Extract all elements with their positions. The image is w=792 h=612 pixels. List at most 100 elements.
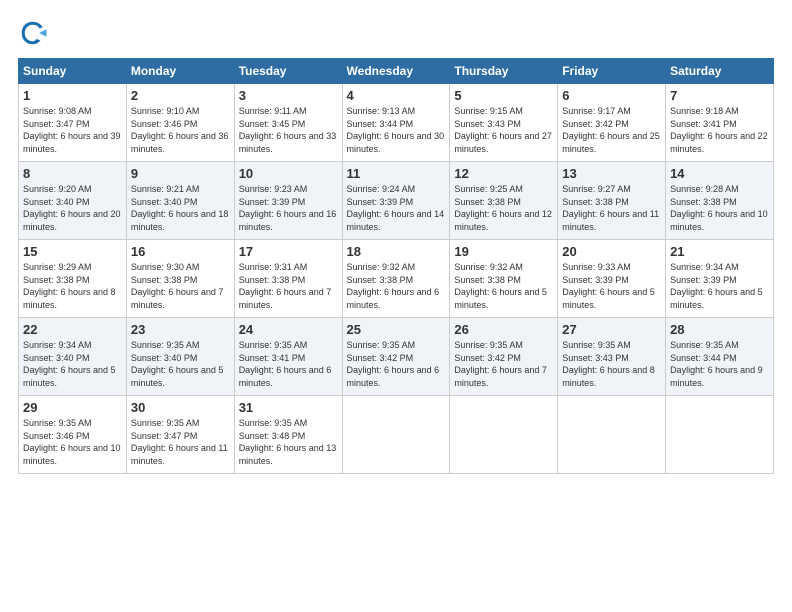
day-number: 5: [454, 88, 553, 103]
calendar-cell: 22 Sunrise: 9:34 AMSunset: 3:40 PMDayligh…: [19, 318, 127, 396]
calendar-cell: 10Sunrise: 9:23 AMSunset: 3:39 PMDayligh…: [234, 162, 342, 240]
day-number: 17: [239, 244, 338, 259]
day-info: Sunrise: 9:34 AMSunset: 3:39 PMDaylight:…: [670, 261, 769, 311]
calendar-cell: 27 Sunrise: 9:35 AMSunset: 3:43 PMDayligh…: [558, 318, 666, 396]
page: SundayMondayTuesdayWednesdayThursdayFrid…: [0, 0, 792, 612]
day-number: 11: [347, 166, 446, 181]
weekday-header-thursday: Thursday: [450, 59, 558, 84]
calendar-cell: 28 Sunrise: 9:35 AMSunset: 3:44 PMDayligh…: [666, 318, 774, 396]
day-number: 12: [454, 166, 553, 181]
logo: [18, 18, 54, 48]
day-number: 3: [239, 88, 338, 103]
calendar-cell: 19 Sunrise: 9:32 AMSunset: 3:38 PMDayligh…: [450, 240, 558, 318]
day-number: 16: [131, 244, 230, 259]
day-info: Sunrise: 9:35 AMSunset: 3:43 PMDaylight:…: [562, 339, 661, 389]
day-info: Sunrise: 9:13 AMSunset: 3:44 PMDaylight:…: [347, 105, 446, 155]
day-number: 19: [454, 244, 553, 259]
calendar-cell: [666, 396, 774, 474]
day-info: Sunrise: 9:35 AMSunset: 3:46 PMDaylight:…: [23, 417, 122, 467]
calendar-cell: 9Sunrise: 9:21 AMSunset: 3:40 PMDaylight…: [126, 162, 234, 240]
calendar-cell: 16 Sunrise: 9:30 AMSunset: 3:38 PMDayligh…: [126, 240, 234, 318]
day-info: Sunrise: 9:32 AMSunset: 3:38 PMDaylight:…: [454, 261, 553, 311]
calendar-cell: 4 Sunrise: 9:13 AMSunset: 3:44 PMDaylight…: [342, 84, 450, 162]
week-row-1: 1 Sunrise: 9:08 AMSunset: 3:47 PMDaylight…: [19, 84, 774, 162]
calendar-cell: 12 Sunrise: 9:25 AMSunset: 3:38 PMDayligh…: [450, 162, 558, 240]
weekday-header-sunday: Sunday: [19, 59, 127, 84]
day-number: 1: [23, 88, 122, 103]
day-number: 22: [23, 322, 122, 337]
calendar-cell: 20 Sunrise: 9:33 AMSunset: 3:39 PMDayligh…: [558, 240, 666, 318]
calendar-cell: 7 Sunrise: 9:18 AMSunset: 3:41 PMDaylight…: [666, 84, 774, 162]
week-row-2: 8 Sunrise: 9:20 AMSunset: 3:40 PMDaylight…: [19, 162, 774, 240]
calendar-cell: [342, 396, 450, 474]
weekday-header-monday: Monday: [126, 59, 234, 84]
calendar-cell: 2 Sunrise: 9:10 AMSunset: 3:46 PMDaylight…: [126, 84, 234, 162]
day-info: Sunrise: 9:24 AMSunset: 3:39 PMDaylight:…: [347, 183, 446, 233]
calendar-cell: 6Sunrise: 9:17 AMSunset: 3:42 PMDaylight…: [558, 84, 666, 162]
day-number: 29: [23, 400, 122, 415]
day-info: Sunrise: 9:08 AMSunset: 3:47 PMDaylight:…: [23, 105, 122, 155]
day-number: 18: [347, 244, 446, 259]
weekday-header-tuesday: Tuesday: [234, 59, 342, 84]
calendar-cell: 8 Sunrise: 9:20 AMSunset: 3:40 PMDaylight…: [19, 162, 127, 240]
day-number: 7: [670, 88, 769, 103]
day-number: 27: [562, 322, 661, 337]
day-info: Sunrise: 9:25 AMSunset: 3:38 PMDaylight:…: [454, 183, 553, 233]
calendar-cell: 30 Sunrise: 9:35 AMSunset: 3:47 PMDayligh…: [126, 396, 234, 474]
calendar-cell: 31Sunrise: 9:35 AMSunset: 3:48 PMDayligh…: [234, 396, 342, 474]
day-number: 26: [454, 322, 553, 337]
calendar-table: SundayMondayTuesdayWednesdayThursdayFrid…: [18, 58, 774, 474]
day-info: Sunrise: 9:31 AMSunset: 3:38 PMDaylight:…: [239, 261, 338, 311]
calendar-cell: 1 Sunrise: 9:08 AMSunset: 3:47 PMDaylight…: [19, 84, 127, 162]
weekday-header-saturday: Saturday: [666, 59, 774, 84]
day-number: 24: [239, 322, 338, 337]
calendar-cell: 23 Sunrise: 9:35 AMSunset: 3:40 PMDayligh…: [126, 318, 234, 396]
calendar-cell: 24 Sunrise: 9:35 AMSunset: 3:41 PMDayligh…: [234, 318, 342, 396]
day-info: Sunrise: 9:29 AMSunset: 3:38 PMDaylight:…: [23, 261, 122, 311]
weekday-header-row: SundayMondayTuesdayWednesdayThursdayFrid…: [19, 59, 774, 84]
day-info: Sunrise: 9:30 AMSunset: 3:38 PMDaylight:…: [131, 261, 230, 311]
day-info: Sunrise: 9:35 AMSunset: 3:41 PMDaylight:…: [239, 339, 338, 389]
day-info: Sunrise: 9:35 AMSunset: 3:47 PMDaylight:…: [131, 417, 230, 467]
day-info: Sunrise: 9:10 AMSunset: 3:46 PMDaylight:…: [131, 105, 230, 155]
day-number: 23: [131, 322, 230, 337]
calendar-cell: 14Sunrise: 9:28 AMSunset: 3:38 PMDayligh…: [666, 162, 774, 240]
calendar-cell: 21 Sunrise: 9:34 AMSunset: 3:39 PMDayligh…: [666, 240, 774, 318]
day-number: 30: [131, 400, 230, 415]
week-row-5: 29 Sunrise: 9:35 AMSunset: 3:46 PMDayligh…: [19, 396, 774, 474]
calendar-cell: 25Sunrise: 9:35 AMSunset: 3:42 PMDayligh…: [342, 318, 450, 396]
day-number: 9: [131, 166, 230, 181]
calendar-cell: 11 Sunrise: 9:24 AMSunset: 3:39 PMDayligh…: [342, 162, 450, 240]
day-number: 10: [239, 166, 338, 181]
calendar-cell: [558, 396, 666, 474]
day-info: Sunrise: 9:35 AMSunset: 3:42 PMDaylight:…: [347, 339, 446, 389]
weekday-header-wednesday: Wednesday: [342, 59, 450, 84]
calendar-cell: [450, 396, 558, 474]
day-info: Sunrise: 9:35 AMSunset: 3:44 PMDaylight:…: [670, 339, 769, 389]
day-number: 6: [562, 88, 661, 103]
calendar-cell: 18Sunrise: 9:32 AMSunset: 3:38 PMDayligh…: [342, 240, 450, 318]
day-number: 21: [670, 244, 769, 259]
day-number: 20: [562, 244, 661, 259]
day-info: Sunrise: 9:33 AMSunset: 3:39 PMDaylight:…: [562, 261, 661, 311]
calendar-cell: 26 Sunrise: 9:35 AMSunset: 3:42 PMDayligh…: [450, 318, 558, 396]
calendar-cell: 17 Sunrise: 9:31 AMSunset: 3:38 PMDayligh…: [234, 240, 342, 318]
day-info: Sunrise: 9:34 AMSunset: 3:40 PMDaylight:…: [23, 339, 122, 389]
calendar-cell: 5Sunrise: 9:15 AMSunset: 3:43 PMDaylight…: [450, 84, 558, 162]
day-info: Sunrise: 9:35 AMSunset: 3:42 PMDaylight:…: [454, 339, 553, 389]
calendar-cell: 13Sunrise: 9:27 AMSunset: 3:38 PMDayligh…: [558, 162, 666, 240]
day-number: 13: [562, 166, 661, 181]
calendar-cell: 29 Sunrise: 9:35 AMSunset: 3:46 PMDayligh…: [19, 396, 127, 474]
day-number: 28: [670, 322, 769, 337]
day-info: Sunrise: 9:35 AMSunset: 3:40 PMDaylight:…: [131, 339, 230, 389]
day-info: Sunrise: 9:11 AMSunset: 3:45 PMDaylight:…: [239, 105, 338, 155]
header: [18, 18, 774, 48]
day-number: 15: [23, 244, 122, 259]
day-number: 4: [347, 88, 446, 103]
calendar-cell: 15 Sunrise: 9:29 AMSunset: 3:38 PMDayligh…: [19, 240, 127, 318]
day-number: 8: [23, 166, 122, 181]
day-info: Sunrise: 9:35 AMSunset: 3:48 PMDaylight:…: [239, 417, 338, 467]
day-info: Sunrise: 9:18 AMSunset: 3:41 PMDaylight:…: [670, 105, 769, 155]
day-number: 2: [131, 88, 230, 103]
day-info: Sunrise: 9:20 AMSunset: 3:40 PMDaylight:…: [23, 183, 122, 233]
